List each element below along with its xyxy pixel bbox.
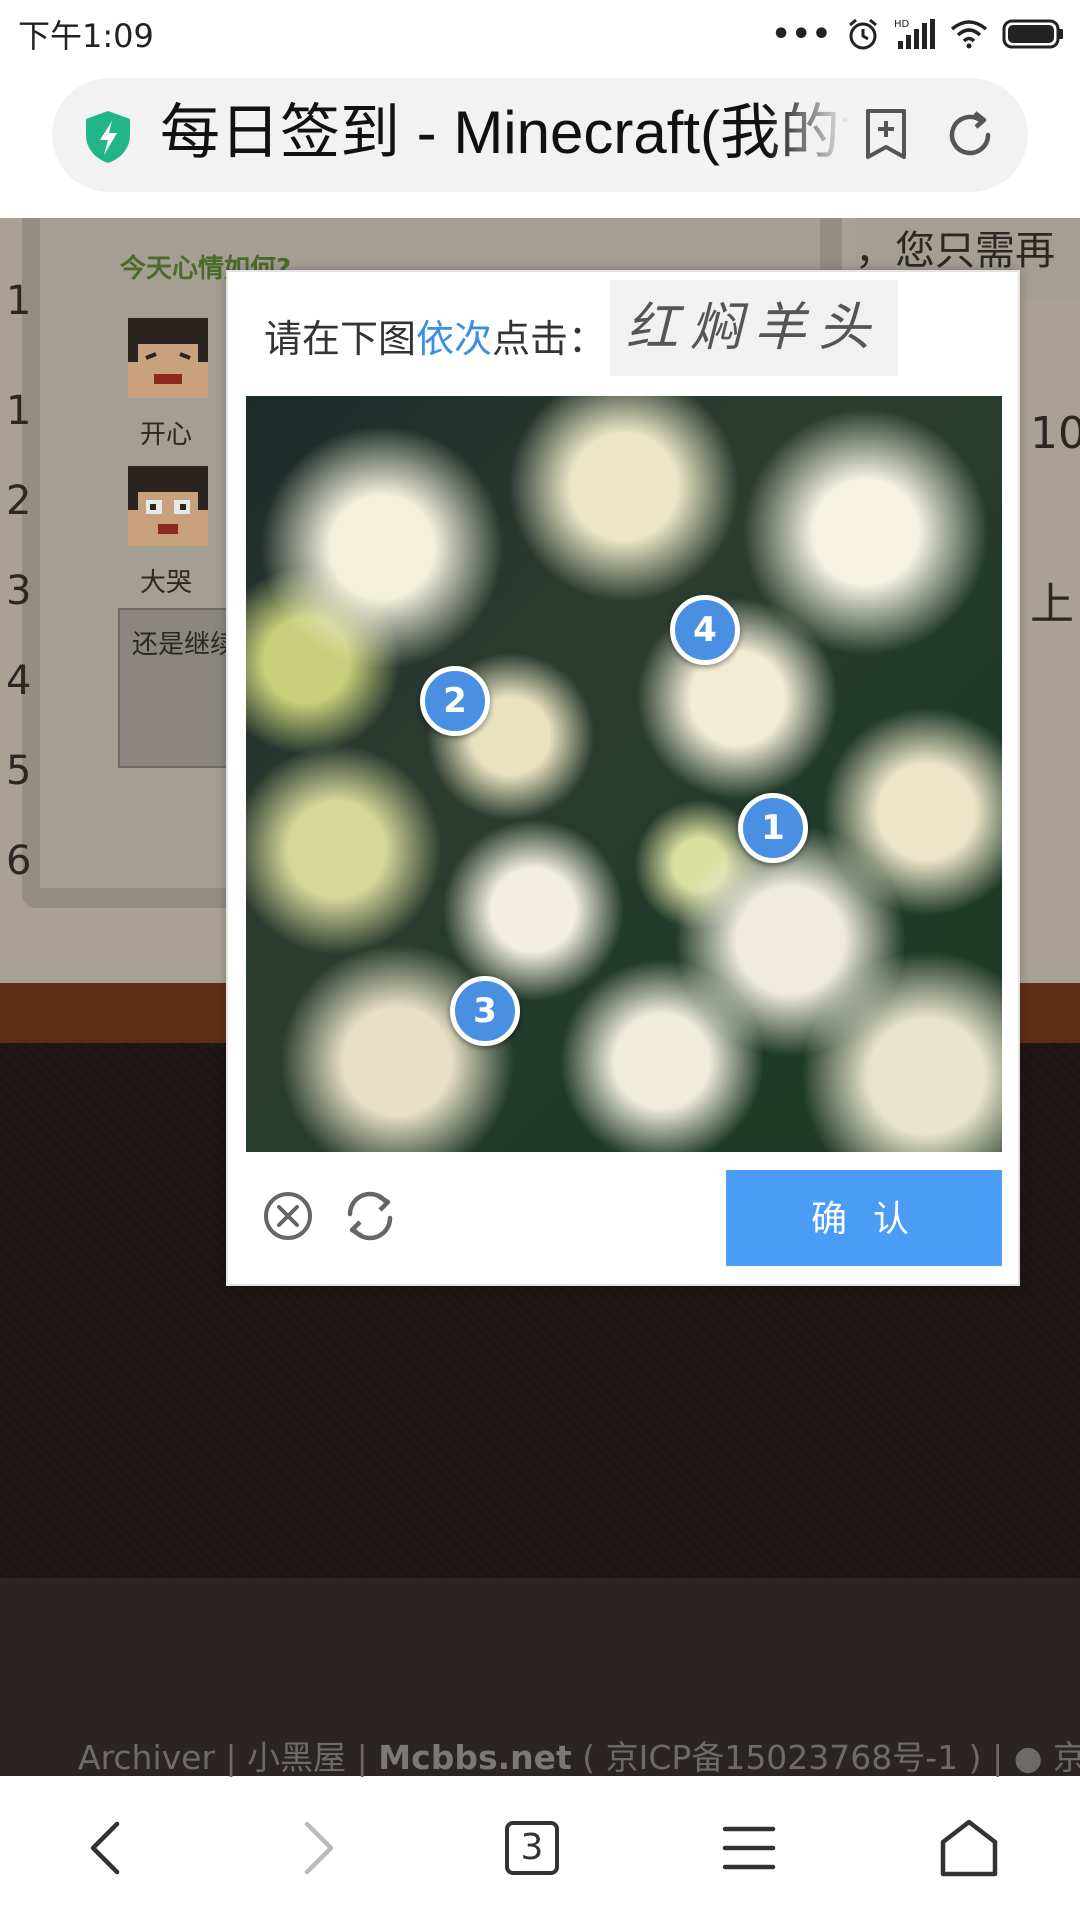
- battery-icon: [1002, 19, 1063, 49]
- status-bar: 下午1:09 ••• HD: [0, 0, 1080, 68]
- reload-icon[interactable]: [942, 107, 998, 163]
- add-bookmark-icon[interactable]: [862, 107, 910, 163]
- click-marker-4[interactable]: 4: [670, 595, 740, 665]
- wifi-icon: [950, 20, 988, 49]
- captcha-prompt: 请在下图依次点击：: [264, 317, 607, 361]
- svg-text:HD: HD: [894, 19, 910, 30]
- captcha-target-characters: 红焖羊头: [610, 280, 898, 376]
- confirm-button[interactable]: 确 认: [726, 1170, 1002, 1266]
- happy-face-icon[interactable]: [128, 318, 208, 398]
- row-number: 6: [6, 838, 32, 884]
- more-dots-icon: •••: [771, 16, 832, 52]
- refresh-icon[interactable]: [342, 1186, 398, 1246]
- row-number: 1: [6, 278, 32, 324]
- row-number: 4: [6, 658, 32, 704]
- mood-label-happy: 开心: [140, 420, 193, 450]
- alarm-icon: [849, 18, 877, 50]
- info-fragment: 10: [1030, 408, 1080, 459]
- status-time: 下午1:09: [18, 17, 154, 55]
- page-title[interactable]: 每日签到 - Minecraft(我的世界)中文论坛: [160, 98, 850, 168]
- browser-toolbar: 每日签到 - Minecraft(我的世界)中文论坛: [0, 68, 1080, 218]
- click-marker-2[interactable]: 2: [420, 666, 490, 736]
- info-text: ，您只需再: [855, 228, 1055, 274]
- footer-links: Archiver | 小黑屋 | Mcbbs.net ( 京ICP备150237…: [78, 1731, 1080, 1779]
- tabs-button[interactable]: 3: [505, 1821, 559, 1875]
- security-shield-icon: [86, 111, 130, 163]
- site-link[interactable]: Mcbbs.net: [378, 1738, 571, 1777]
- address-bar[interactable]: 每日签到 - Minecraft(我的世界)中文论坛: [52, 78, 1028, 192]
- archiver-link[interactable]: Archiver: [78, 1738, 215, 1777]
- home-icon[interactable]: [939, 1818, 999, 1878]
- row-number: 1: [6, 388, 32, 434]
- captcha-image[interactable]: 1 2 3 4: [246, 396, 1002, 1152]
- click-marker-3[interactable]: 3: [450, 976, 520, 1046]
- icp-text[interactable]: ( 京ICP备15023768号-1 ): [582, 1738, 981, 1777]
- police-link[interactable]: 京公: [1053, 1738, 1080, 1777]
- forward-icon[interactable]: [293, 1818, 343, 1878]
- click-marker-1[interactable]: 1: [738, 793, 808, 863]
- mood-label-crying: 大哭: [140, 568, 193, 598]
- signal-hd-icon: HD: [894, 19, 935, 49]
- status-icons: ••• HD: [771, 17, 1064, 52]
- back-icon[interactable]: [81, 1818, 131, 1878]
- police-badge-icon: ●: [1013, 1738, 1043, 1777]
- info-fragment: 上: [1030, 579, 1074, 630]
- row-number: 3: [6, 568, 32, 614]
- bottom-nav: 3: [0, 1776, 1080, 1920]
- blackroom-link[interactable]: 小黑屋: [247, 1738, 346, 1777]
- menu-icon[interactable]: [721, 1823, 777, 1873]
- row-number: 5: [6, 748, 32, 794]
- captcha-dialog: 请在下图依次点击： 红焖羊头 1 2 3 4 确 认: [226, 270, 1020, 1286]
- close-icon[interactable]: [262, 1190, 314, 1242]
- crying-face-icon[interactable]: [128, 466, 208, 546]
- row-number: 2: [6, 478, 32, 524]
